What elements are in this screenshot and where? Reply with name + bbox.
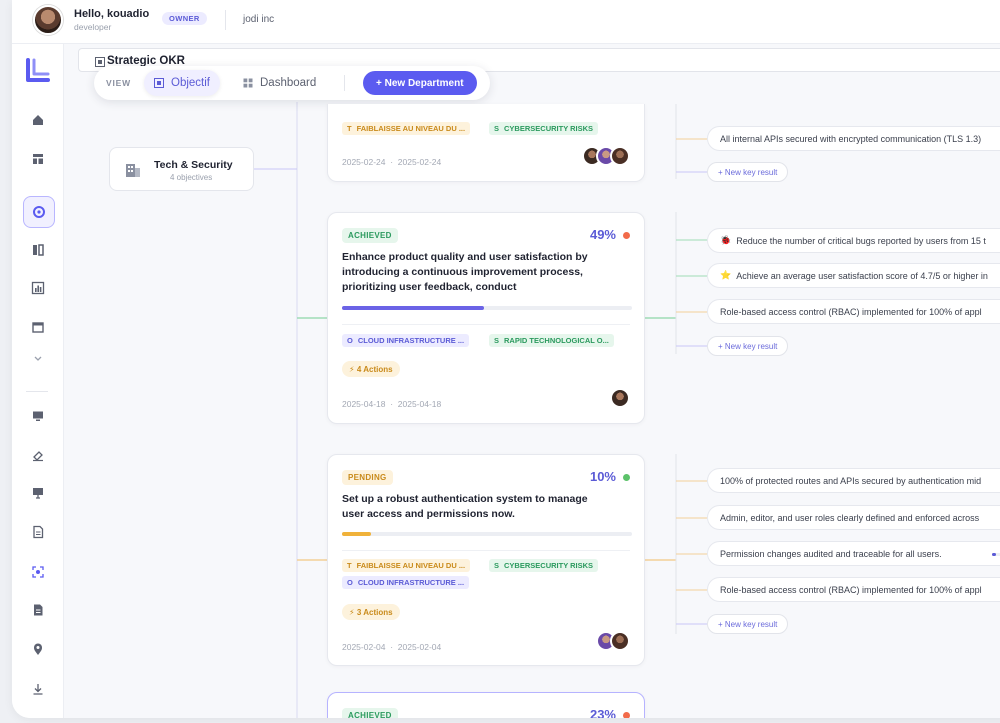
key-result-item[interactable]: 🐞 Reduce the number of critical bugs repo… xyxy=(707,228,1000,253)
view-label: VIEW xyxy=(106,78,131,88)
opportunity-tag[interactable]: O CLOUD INFRASTRUCTURE ... xyxy=(342,576,470,589)
bug-icon: 🐞 xyxy=(720,235,732,245)
strength-tag[interactable]: S CYBERSECURITY RISKS xyxy=(489,559,599,572)
kanban-icon[interactable] xyxy=(26,238,50,262)
department-count: 4 objectives xyxy=(170,173,213,182)
key-result-item[interactable]: Role-based access control (RBAC) impleme… xyxy=(707,577,1000,602)
objective-card[interactable]: ACHIEVED 23% xyxy=(327,692,645,718)
key-result-progress xyxy=(992,553,1000,556)
date-range: 2025-02-24 · 2025-02-24 xyxy=(342,157,442,167)
user-role: developer xyxy=(74,22,112,32)
key-result-item[interactable]: All internal APIs secured with encrypted… xyxy=(707,126,1000,151)
new-key-result-button[interactable]: + New key result xyxy=(707,162,789,182)
tab-dashboard[interactable]: Dashboard xyxy=(233,70,326,96)
assignee-avatars[interactable] xyxy=(582,146,630,166)
greeting: Hello, kouadio xyxy=(74,8,150,20)
building-icon xyxy=(126,164,140,177)
status-dot xyxy=(623,232,630,239)
location-pin-icon[interactable] xyxy=(26,637,50,661)
progress-percent: 49% xyxy=(589,227,616,242)
grid-icon xyxy=(243,78,253,88)
tab-label: Dashboard xyxy=(260,77,317,89)
department-node[interactable]: Tech & Security 4 objectives xyxy=(109,147,254,191)
user-avatar[interactable] xyxy=(33,5,63,35)
date-range: 2025-02-04 · 2025-02-04 xyxy=(342,642,442,652)
key-result-item[interactable]: Role-based access control (RBAC) impleme… xyxy=(707,299,1000,324)
star-icon: ⭐ xyxy=(720,270,732,280)
actions-badge[interactable]: ⚡ 4 Actions xyxy=(342,361,400,377)
divider xyxy=(225,10,226,30)
progress-bar xyxy=(342,532,632,536)
download-icon[interactable] xyxy=(26,677,50,701)
key-result-item[interactable]: 100% of protected routes and APIs secure… xyxy=(707,468,1000,493)
progress-bar xyxy=(342,306,632,310)
actions-badge[interactable]: ⚡ 3 Actions xyxy=(342,604,400,620)
file-icon[interactable] xyxy=(26,598,50,622)
threat-tag[interactable]: T FAIBLAISSE AU NIVEAU DU ... xyxy=(342,559,471,572)
objective-title: Enhance product quality and user satisfa… xyxy=(342,251,588,293)
eraser-icon[interactable] xyxy=(26,443,50,467)
avatar xyxy=(610,388,630,408)
tab-label: Objectif xyxy=(171,77,210,89)
status-dot xyxy=(623,474,630,481)
app-logo-icon[interactable] xyxy=(24,56,52,84)
layout-icon[interactable] xyxy=(26,147,50,171)
new-key-result-button[interactable]: + New key result xyxy=(707,336,789,356)
document-icon[interactable] xyxy=(26,520,50,544)
status-dot xyxy=(623,712,630,718)
progress-percent: 10% xyxy=(589,469,616,484)
monitor-icon[interactable] xyxy=(26,404,50,428)
top-bar: Hello, kouadio developer OWNER jodi inc xyxy=(12,0,1000,44)
tab-objectif[interactable]: Objectif xyxy=(144,70,220,96)
assignee-avatars[interactable] xyxy=(610,388,630,408)
status-badge: ACHIEVED xyxy=(342,228,398,243)
home-icon[interactable] xyxy=(26,108,50,132)
app-window: Hello, kouadio developer OWNER jodi inc … xyxy=(12,0,1000,718)
main-content: Strategic OKR VIEW Objectif Dashboard + … xyxy=(64,44,1000,718)
key-result-item[interactable]: Permission changes audited and traceable… xyxy=(707,541,1000,566)
target-icon xyxy=(154,78,164,88)
calendar-icon[interactable] xyxy=(26,315,50,339)
new-key-result-button[interactable]: + New key result xyxy=(707,614,789,634)
assignee-avatars[interactable] xyxy=(596,631,630,651)
owner-badge: OWNER xyxy=(162,12,207,25)
opportunity-tag[interactable]: O CLOUD INFRASTRUCTURE ... xyxy=(342,334,470,347)
key-result-item[interactable]: Admin, editor, and user roles clearly de… xyxy=(707,505,1000,530)
view-switcher: VIEW Objectif Dashboard + New Department xyxy=(94,66,490,100)
objective-card[interactable]: PENDING 10% Set up a robust authenticati… xyxy=(327,454,645,666)
company-name[interactable]: jodi inc xyxy=(243,14,274,25)
divider xyxy=(342,324,630,325)
divider xyxy=(342,550,630,551)
presentation-icon[interactable] xyxy=(26,481,50,505)
objective-title: Set up a robust authentication system to… xyxy=(342,493,588,520)
status-badge: ACHIEVED xyxy=(342,708,398,718)
key-result-item[interactable]: ⭐ Achieve an average user satisfaction sc… xyxy=(707,263,1000,288)
strength-tag[interactable]: S RAPID TECHNOLOGICAL O... xyxy=(489,334,614,347)
okr-target-icon[interactable] xyxy=(23,196,55,228)
objective-card[interactable]: ACHIEVED 49% Enhance product quality and… xyxy=(327,212,645,424)
bar-chart-icon[interactable] xyxy=(26,276,50,300)
strength-tag[interactable]: S CYBERSECURITY RISKS xyxy=(489,122,599,135)
divider xyxy=(344,75,345,91)
date-range: 2025-04-18 · 2025-04-18 xyxy=(342,399,442,409)
status-badge: PENDING xyxy=(342,470,393,485)
scan-icon[interactable] xyxy=(26,560,50,584)
department-name: Tech & Security xyxy=(154,159,233,171)
objective-card[interactable]: T FAIBLAISSE AU NIVEAU DU ... S CYBERSECUR… xyxy=(327,104,645,182)
sidebar-divider xyxy=(26,391,48,392)
chevron-down-icon[interactable] xyxy=(26,346,50,370)
new-department-button[interactable]: + New Department xyxy=(363,71,477,95)
avatar xyxy=(610,631,630,651)
avatar xyxy=(610,146,630,166)
progress-percent: 23% xyxy=(589,707,616,718)
threat-tag[interactable]: T FAIBLAISSE AU NIVEAU DU ... xyxy=(342,122,471,135)
sidebar xyxy=(12,44,64,718)
